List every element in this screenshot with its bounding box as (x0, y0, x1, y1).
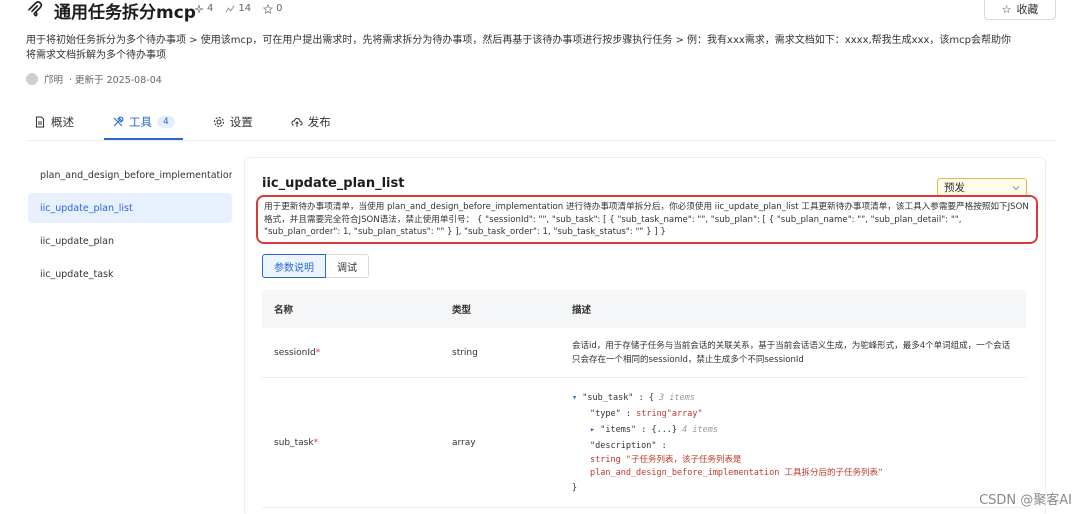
json-desc-value: string "子任务列表，该子任务列表是 plan_and_design_be… (590, 454, 884, 478)
header-type: 类型 (452, 305, 472, 316)
tab-debug[interactable]: 调试 (326, 254, 369, 278)
sidebar-item-update-plan-list[interactable]: iic_update_plan_list (28, 193, 232, 223)
sidebar-item-update-task[interactable]: iic_update_task (28, 259, 232, 289)
chevron-down-icon (1012, 186, 1020, 191)
updated-date: · 更新于 2025-08-04 (69, 75, 162, 86)
detail-subtabs: 参数说明 调试 (262, 254, 369, 278)
tab-settings[interactable]: 设置 (205, 110, 261, 134)
page-title: 通用任务拆分mcp (54, 3, 196, 23)
header-desc: 描述 (572, 305, 592, 316)
trend-icon (225, 4, 235, 13)
favorite-button[interactable]: ☆ 收藏 (984, 0, 1056, 20)
author-name: 邝明 (44, 75, 64, 86)
stats-bar: 4 14 0 (194, 3, 282, 14)
json-items-line: ▸ "items" : {...} 4 items (590, 424, 718, 435)
tool-sidebar: plan_and_design_before_implementation ..… (28, 160, 232, 292)
tool-title: iic_update_plan_list (262, 176, 405, 191)
params-table: 名称 类型 描述 sessionId* string 会话id，用于存储子任务与… (262, 290, 1026, 508)
main-tabs: 概述 工具 4 设置 发布 (26, 110, 361, 140)
header: 通用任务拆分mcp 4 14 0 ☆ 收藏 (26, 0, 1056, 24)
author-meta: 邝明 · 更新于 2025-08-04 (26, 72, 162, 86)
json-type-line: "type" : string"array" (590, 408, 703, 419)
required-mark: * (315, 347, 321, 358)
param-type: string (452, 347, 478, 358)
downloads-stat: 14 (225, 3, 251, 14)
table-header: 名称 类型 描述 (262, 290, 1026, 328)
mcp-description: 用于将初始任务拆分为多个待办事项 > 使用该mcp，可在用户提出需求时，先将需求… (26, 35, 1012, 61)
param-name: sessionId* (274, 347, 321, 358)
star-outline-icon: ☆ (1001, 2, 1012, 16)
tools-icon (113, 116, 124, 127)
tabs-divider (26, 140, 1056, 141)
sidebar-item-update-plan[interactable]: iic_update_plan (28, 226, 232, 256)
table-row: sub_task* array ▾ "sub_task" : { 3 items… (262, 378, 1026, 508)
expand-toggle-icon[interactable]: ▸ (590, 425, 595, 435)
tab-publish[interactable]: 发布 (283, 110, 339, 134)
star-icon (263, 3, 274, 14)
json-root-line: ▾ "sub_task" : { 3 items (572, 392, 695, 403)
env-select[interactable]: 预发 (937, 178, 1027, 196)
param-name: sub_task* (274, 437, 319, 448)
cloud-upload-icon (291, 117, 303, 127)
param-type: array (452, 437, 476, 448)
collapse-toggle-icon[interactable]: ▾ (572, 393, 577, 403)
watermark: CSDN @聚客AI (979, 493, 1072, 508)
likes-stat: 4 (194, 3, 213, 14)
json-schema-viewer: ▾ "sub_task" : { 3 items "type" : string… (568, 390, 1026, 496)
tab-overview[interactable]: 概述 (26, 110, 82, 134)
json-close-line: } (572, 482, 578, 493)
param-desc: 会话id，用于存储子任务与当前会话的关联关系，基于当前会话语义生成，为驼峰形式，… (572, 340, 1011, 365)
tab-params[interactable]: 参数说明 (262, 254, 326, 278)
avatar (26, 73, 38, 85)
sparkle-icon (194, 4, 204, 13)
tools-count-badge: 4 (157, 116, 175, 128)
sidebar-item-plan-and-design[interactable]: plan_and_design_before_implementation ..… (28, 160, 232, 190)
json-desc-line: "description" : (590, 440, 667, 451)
tool-description: 用于更新待办事项清单，当使用 plan_and_design_before_im… (256, 195, 1038, 244)
header-name: 名称 (274, 305, 294, 316)
mcp-logo-icon (28, 1, 43, 17)
required-mark: * (313, 437, 319, 448)
tab-tools[interactable]: 工具 4 (104, 110, 183, 140)
stars-stat: 0 (263, 3, 282, 14)
table-row: sessionId* string 会话id，用于存储子任务与当前会话的关联关系… (262, 328, 1026, 378)
document-icon (36, 116, 44, 128)
gear-icon (213, 117, 224, 127)
